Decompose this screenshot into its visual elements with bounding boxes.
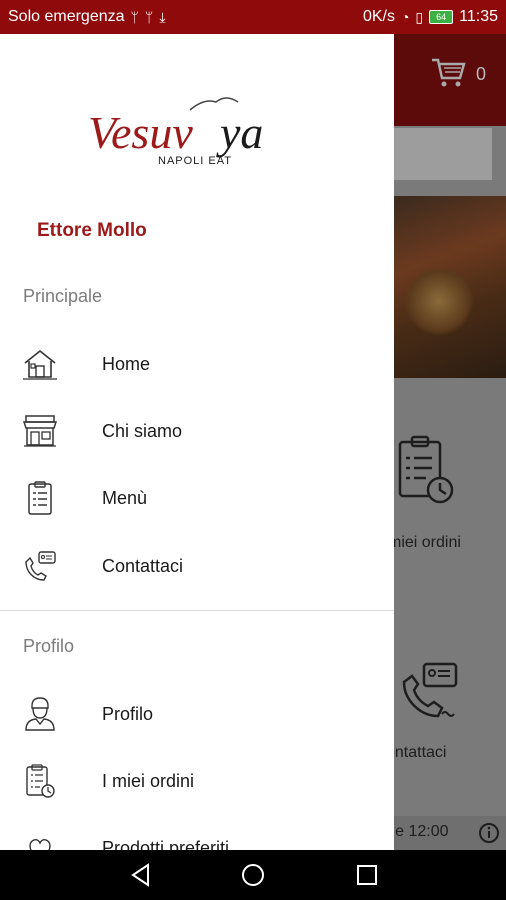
order-clipboard-icon[interactable] xyxy=(396,434,456,506)
heart-icon xyxy=(29,839,51,850)
nav-item-menu[interactable]: Menù xyxy=(0,468,394,528)
section-divider xyxy=(0,610,394,611)
house-icon xyxy=(23,349,57,380)
download-icon: ⤓ xyxy=(159,8,166,25)
usb-debug-icon: ᛘ xyxy=(144,9,154,25)
nav-item-home[interactable]: Home xyxy=(0,334,394,394)
svg-text:Vesuv: Vesuv xyxy=(88,107,193,158)
info-icon[interactable] xyxy=(478,822,500,844)
orders-clipboard-icon xyxy=(26,764,55,798)
svg-text:NAPOLI EAT: NAPOLI EAT xyxy=(158,155,232,167)
section-title-principale: Principale xyxy=(23,286,103,306)
nav-label-contattaci: Contattaci xyxy=(102,555,184,576)
vesuvya-logo: Vesuv ya NAPOLI EAT xyxy=(88,97,263,167)
storefront-icon xyxy=(22,415,58,447)
cart-icon[interactable] xyxy=(430,56,466,88)
usb-icon: ᛘ xyxy=(130,9,139,25)
nav-label-profilo: Profilo xyxy=(102,703,154,724)
svg-text:ya: ya xyxy=(216,107,263,158)
navigation-drawer: Vesuv ya NAPOLI EAT Ettore Mollo Princip… xyxy=(0,34,394,850)
wifi-icon: ◔ xyxy=(400,9,410,25)
contact-phone-icon[interactable] xyxy=(398,660,460,720)
nav-label-i-miei-ordini: I miei ordini xyxy=(102,770,195,791)
recents-icon[interactable] xyxy=(354,862,380,888)
system-navigation-bar xyxy=(0,850,506,900)
home-icon[interactable] xyxy=(240,862,266,888)
nav-item-i-miei-ordini[interactable]: I miei ordini xyxy=(0,751,394,811)
search-bar[interactable] xyxy=(394,128,492,180)
user-profile-icon xyxy=(25,697,55,731)
carrier-text: Solo emergenza xyxy=(8,8,125,25)
nav-label-chi-siamo: Chi siamo xyxy=(102,420,183,441)
nav-item-contattaci[interactable]: Contattaci xyxy=(0,536,394,596)
nav-item-prodotti-preferiti[interactable]: Prodotti preferiti xyxy=(0,818,394,850)
status-bar: Solo emergenza ᛘ ᛘ ⤓ 0K/s ◔ ▯ 64 11:35 xyxy=(0,0,506,34)
hero-image xyxy=(394,196,506,378)
battery-icon: 64 xyxy=(429,10,454,24)
tile-label-orders: miei ordini xyxy=(394,534,461,551)
background-app: 0 miei ordini ontattaci lle 12:00 xyxy=(394,34,506,850)
contact-phone-icon xyxy=(25,551,56,581)
nav-item-chi-siamo[interactable]: Chi siamo xyxy=(0,401,394,461)
clock: 11:35 xyxy=(459,8,498,25)
network-speed: 0K/s xyxy=(362,8,395,25)
nav-item-profilo[interactable]: Profilo xyxy=(0,684,394,744)
opening-hours-text: lle 12:00 xyxy=(394,823,449,840)
app-header: 0 xyxy=(394,34,506,126)
opening-hours-strip: lle 12:00 xyxy=(394,816,506,850)
nav-label-prodotti-preferiti: Prodotti preferiti xyxy=(102,837,230,851)
nav-label-home: Home xyxy=(102,353,151,374)
tile-label-contact: ontattaci xyxy=(394,744,447,761)
sim-icon: ▯ xyxy=(415,8,424,25)
menu-clipboard-icon xyxy=(28,481,52,515)
section-title-profilo: Profilo xyxy=(23,636,75,656)
nav-label-menu: Menù xyxy=(102,487,148,508)
user-name: Ettore Mollo xyxy=(37,220,147,241)
back-icon[interactable] xyxy=(128,862,154,888)
cart-count: 0 xyxy=(476,64,487,84)
